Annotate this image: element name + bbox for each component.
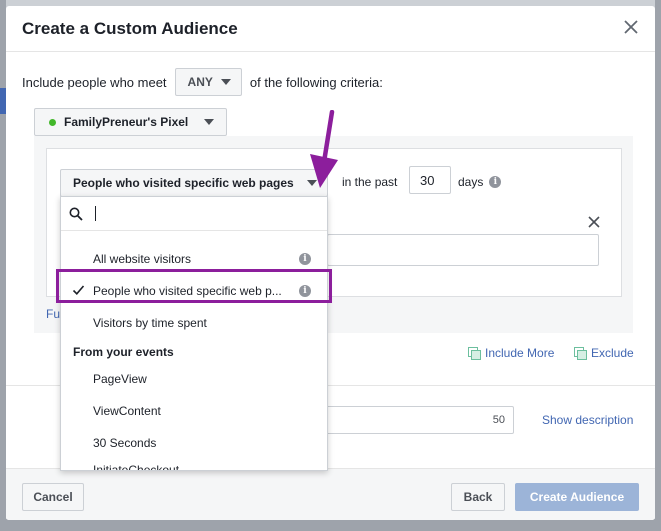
match-type-label: ANY (187, 75, 213, 89)
back-button[interactable]: Back (451, 483, 505, 511)
info-icon[interactable]: i (489, 176, 502, 188)
annotation-arrow (310, 110, 338, 188)
days-label-group: days i (458, 175, 502, 189)
pixel-name: FamilyPreneur's Pixel (64, 115, 189, 129)
menu-item-label: People who visited specific web p... (93, 284, 282, 298)
background-page-bottom (0, 519, 661, 531)
include-more-button[interactable]: Include More (468, 346, 554, 360)
criteria-row: Include people who meet ANY of the follo… (22, 67, 383, 97)
exclude-label: Exclude (591, 346, 634, 360)
further-refine-link[interactable]: Fu (46, 307, 60, 321)
info-icon[interactable]: i (299, 285, 311, 297)
menu-item-30-seconds[interactable]: 30 Seconds (61, 427, 327, 459)
audience-type-menu: All website visitors i People who visite… (60, 196, 328, 471)
show-description-link[interactable]: Show description (542, 413, 633, 427)
audience-name-input[interactable]: 50 (326, 406, 514, 434)
audience-type-dropdown[interactable]: People who visited specific web pages (60, 169, 328, 197)
copy-icon (574, 347, 587, 360)
pixel-status-icon (49, 118, 56, 126)
menu-item-initiatecheckout[interactable]: InitiateCheckout (61, 459, 327, 470)
audience-type-label: People who visited specific web pages (73, 176, 294, 190)
create-custom-audience-modal: Create a Custom Audience Include people … (6, 6, 655, 520)
match-type-dropdown[interactable]: ANY (174, 68, 242, 96)
menu-item-pageview[interactable]: PageView (61, 363, 327, 395)
remove-rule-icon[interactable] (587, 215, 601, 229)
background-page-right (655, 0, 661, 531)
menu-item-all-website-visitors[interactable]: All website visitors i (61, 243, 327, 275)
modal-footer: Cancel Back Create Audience (6, 468, 655, 520)
url-contains-input[interactable] (327, 234, 599, 266)
criteria-prefix: Include people who meet (22, 74, 167, 90)
days-input[interactable]: 30 (409, 166, 451, 194)
menu-item-specific-web-pages[interactable]: People who visited specific web p... i (61, 275, 327, 307)
cancel-button[interactable]: Cancel (22, 483, 84, 511)
modal-header: Create a Custom Audience (6, 6, 655, 52)
menu-item-visitors-by-time-spent[interactable]: Visitors by time spent (61, 307, 327, 339)
in-the-past-label: in the past (342, 175, 398, 189)
create-audience-button[interactable]: Create Audience (515, 483, 639, 511)
copy-icon (468, 347, 481, 360)
pixel-selector[interactable]: FamilyPreneur's Pixel (34, 108, 228, 136)
search-icon (69, 207, 83, 221)
caret-down-icon (204, 119, 215, 125)
char-limit-counter: 50 (492, 414, 505, 426)
menu-search (61, 197, 327, 231)
menu-item-label: Visitors by time spent (93, 316, 207, 330)
menu-item-label: All website visitors (93, 252, 192, 266)
menu-section-title: From your events (73, 345, 174, 359)
criteria-suffix: of the following criteria: (249, 74, 383, 90)
caret-down-icon (220, 79, 231, 85)
exclude-button[interactable]: Exclude (574, 346, 634, 360)
search-input[interactable] (95, 206, 96, 221)
checkmark-icon (72, 285, 85, 295)
close-icon[interactable] (621, 17, 641, 37)
include-more-label: Include More (485, 346, 555, 360)
modal-title: Create a Custom Audience (22, 19, 238, 38)
days-label: days (458, 175, 484, 189)
info-icon[interactable]: i (299, 253, 311, 265)
menu-item-viewcontent[interactable]: ViewContent (61, 395, 327, 427)
